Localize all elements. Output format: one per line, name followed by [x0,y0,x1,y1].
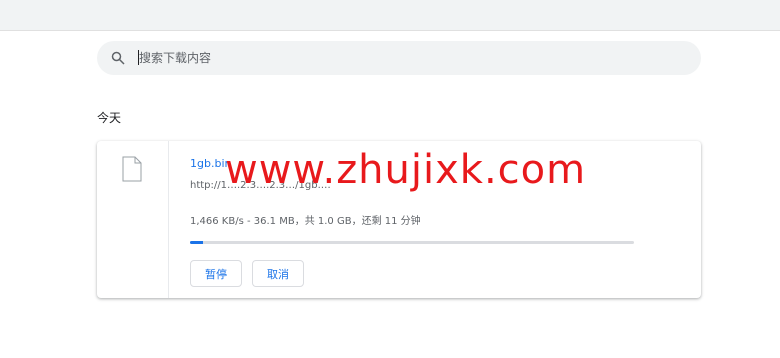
text-caret [138,50,139,65]
divider [168,141,169,298]
progress-fill [190,241,204,244]
watermark: www.zhujixk.com [225,147,587,193]
cancel-button[interactable]: 取消 [252,260,304,287]
search-box[interactable] [97,41,701,75]
search-icon [111,51,125,65]
progress-bar [190,241,634,244]
date-header: 今天 [97,111,122,125]
file-icon [122,156,142,182]
top-bar [0,0,780,31]
pause-button[interactable]: 暂停 [190,260,242,287]
search-input[interactable] [139,41,679,75]
download-status: 1,466 KB/s - 36.1 MB，共 1.0 GB，还剩 11 分钟 [190,216,421,227]
